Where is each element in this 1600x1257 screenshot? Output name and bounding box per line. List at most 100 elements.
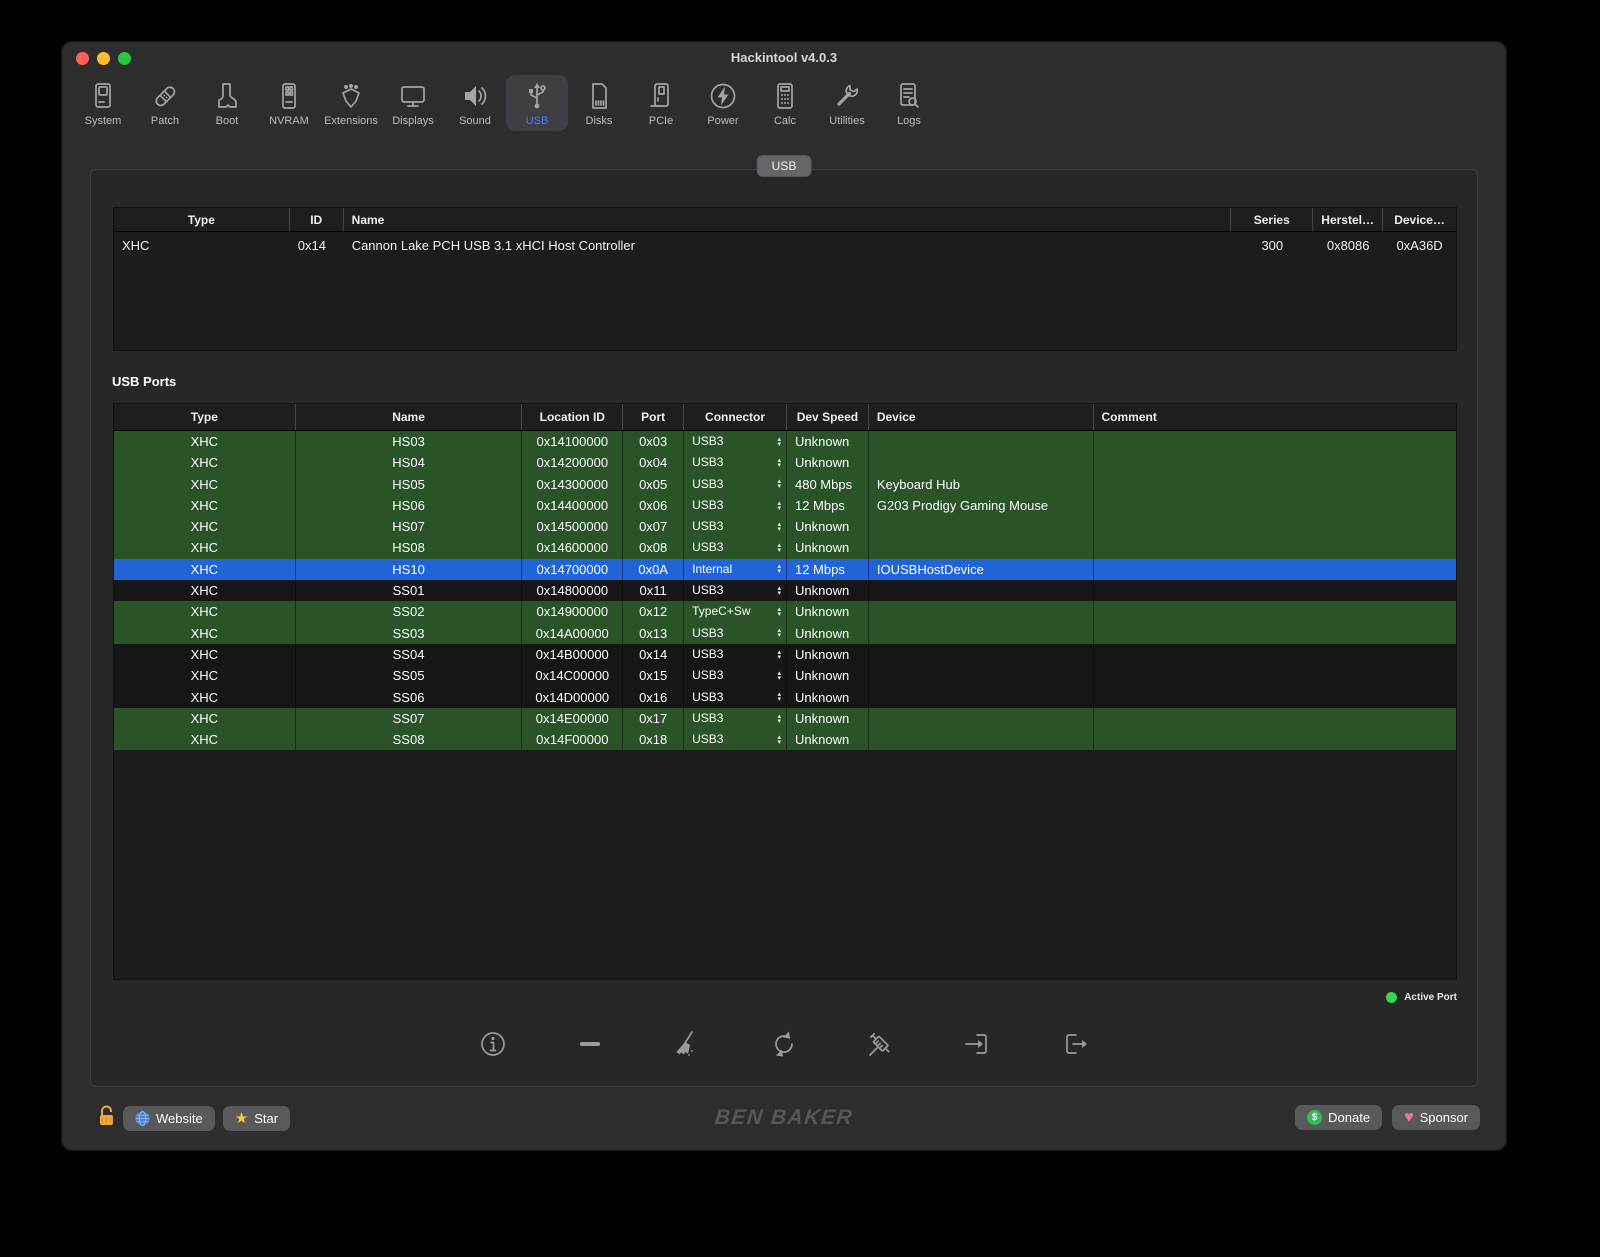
toolbar-item-displays[interactable]: Displays xyxy=(382,75,444,131)
connector-select[interactable]: USB3 ▴▾ xyxy=(684,729,787,750)
donate-button[interactable]: $ Donate xyxy=(1295,1105,1382,1130)
connector-select[interactable]: USB3 ▴▾ xyxy=(684,474,787,495)
stepper-chevrons-icon[interactable]: ▴▾ xyxy=(777,458,781,468)
refresh-button[interactable] xyxy=(768,1028,800,1060)
column-header-name[interactable]: Name xyxy=(296,404,523,430)
controller-type: XHC xyxy=(114,232,290,260)
toolbar-item-system[interactable]: System xyxy=(72,75,134,131)
usb-port-row[interactable]: XHC SS06 0x14D00000 0x16 USB3 ▴▾ Unknown xyxy=(114,687,1456,708)
connector-select[interactable]: USB3 ▴▾ xyxy=(684,537,787,558)
stepper-chevrons-icon[interactable]: ▴▾ xyxy=(777,437,781,447)
usb-port-row[interactable]: XHC SS02 0x14900000 0x12 TypeC+Sw ▴▾ Unk… xyxy=(114,601,1456,622)
toolbar-item-utilities[interactable]: Utilities xyxy=(816,75,878,131)
connector-select[interactable]: USB3 ▴▾ xyxy=(684,687,787,708)
titlebar[interactable]: Hackintool v4.0.3 xyxy=(62,42,1506,74)
stepper-chevrons-icon[interactable]: ▴▾ xyxy=(777,522,781,532)
connector-select[interactable]: USB3 ▴▾ xyxy=(684,623,787,644)
column-header-type[interactable]: Type xyxy=(114,208,290,231)
column-header-id[interactable]: ID xyxy=(290,208,344,231)
tab-usb[interactable]: USB xyxy=(757,155,812,177)
heart-icon: ♥ xyxy=(1404,1110,1414,1126)
usb-port-row[interactable]: XHC HS03 0x14100000 0x03 USB3 ▴▾ Unknown xyxy=(114,431,1456,452)
controller-row[interactable]: XHC 0x14 Cannon Lake PCH USB 3.1 xHCI Ho… xyxy=(114,232,1456,260)
connector-select[interactable]: USB3 ▴▾ xyxy=(684,644,787,665)
info-button[interactable] xyxy=(477,1028,509,1060)
connector-select[interactable]: USB3 ▴▾ xyxy=(684,708,787,729)
usb-port-row[interactable]: XHC SS05 0x14C00000 0x15 USB3 ▴▾ Unknown xyxy=(114,665,1456,686)
column-header-series[interactable]: Series xyxy=(1231,208,1313,231)
toolbar-label: Patch xyxy=(151,115,179,127)
connector-select[interactable]: USB3 ▴▾ xyxy=(684,431,787,452)
boot-icon xyxy=(212,78,242,114)
stepper-chevrons-icon[interactable]: ▴▾ xyxy=(777,650,781,660)
usb-port-row[interactable]: XHC SS04 0x14B00000 0x14 USB3 ▴▾ Unknown xyxy=(114,644,1456,665)
column-header-device[interactable]: Device xyxy=(869,404,1094,430)
usb-port-row[interactable]: XHC HS07 0x14500000 0x07 USB3 ▴▾ Unknown xyxy=(114,516,1456,537)
toolbar-item-logs[interactable]: Logs xyxy=(878,75,940,131)
usb-port-row[interactable]: XHC SS07 0x14E00000 0x17 USB3 ▴▾ Unknown xyxy=(114,708,1456,729)
stepper-chevrons-icon[interactable]: ▴▾ xyxy=(777,543,781,553)
connector-select[interactable]: USB3 ▴▾ xyxy=(684,516,787,537)
connector-select[interactable]: Internal ▴▾ xyxy=(684,559,787,580)
import-button[interactable] xyxy=(962,1028,994,1060)
stepper-chevrons-icon[interactable]: ▴▾ xyxy=(777,692,781,702)
usb-port-row[interactable]: XHC SS01 0x14800000 0x11 USB3 ▴▾ Unknown xyxy=(114,580,1456,601)
column-header-dev-speed[interactable]: Dev Speed xyxy=(787,404,869,430)
stepper-chevrons-icon[interactable]: ▴▾ xyxy=(777,735,781,745)
port-dev-speed: Unknown xyxy=(787,644,869,665)
stepper-chevrons-icon[interactable]: ▴▾ xyxy=(777,479,781,489)
connector-select[interactable]: TypeC+Sw ▴▾ xyxy=(684,601,787,622)
stepper-chevrons-icon[interactable]: ▴▾ xyxy=(777,714,781,724)
usb-port-row[interactable]: XHC HS04 0x14200000 0x04 USB3 ▴▾ Unknown xyxy=(114,452,1456,473)
remove-port-button[interactable] xyxy=(574,1028,606,1060)
usb-ports-table[interactable]: Type Name Location ID Port Connector Dev… xyxy=(113,403,1457,980)
column-header-port[interactable]: Port xyxy=(623,404,684,430)
stepper-chevrons-icon[interactable]: ▴▾ xyxy=(777,671,781,681)
stepper-chevrons-icon[interactable]: ▴▾ xyxy=(777,607,781,617)
clean-button[interactable] xyxy=(671,1028,703,1060)
toolbar-item-power[interactable]: Power xyxy=(692,75,754,131)
controller-series: 300 xyxy=(1231,232,1313,260)
port-type: XHC xyxy=(114,559,296,580)
usb-port-row[interactable]: XHC SS03 0x14A00000 0x13 USB3 ▴▾ Unknown xyxy=(114,623,1456,644)
column-header-name[interactable]: Name xyxy=(344,208,1232,231)
usb-port-row[interactable]: XHC HS10 0x14700000 0x0A Internal ▴▾ 12 … xyxy=(114,559,1456,580)
toolbar-item-disks[interactable]: Disks xyxy=(568,75,630,131)
column-header-connector[interactable]: Connector xyxy=(684,404,787,430)
inject-button[interactable] xyxy=(865,1028,897,1060)
usb-port-row[interactable]: XHC HS05 0x14300000 0x05 USB3 ▴▾ 480 Mbp… xyxy=(114,474,1456,495)
connector-value: USB3 xyxy=(692,644,723,665)
connector-select[interactable]: USB3 ▴▾ xyxy=(684,580,787,601)
column-header-type[interactable]: Type xyxy=(114,404,296,430)
column-header-device[interactable]: Device… xyxy=(1383,208,1456,231)
toolbar-item-calc[interactable]: Calc xyxy=(754,75,816,131)
toolbar-item-nvram[interactable]: NVRAM xyxy=(258,75,320,131)
usb-panel: Type ID Name Series Herstel… Device… XHC… xyxy=(90,169,1478,1087)
toolbar-item-pcie[interactable]: PCIe xyxy=(630,75,692,131)
usb-port-row[interactable]: XHC HS08 0x14600000 0x08 USB3 ▴▾ Unknown xyxy=(114,537,1456,558)
toolbar-item-usb[interactable]: USB xyxy=(506,75,568,131)
usb-port-row[interactable]: XHC HS06 0x14400000 0x06 USB3 ▴▾ 12 Mbps… xyxy=(114,495,1456,516)
column-header-herstel[interactable]: Herstel… xyxy=(1313,208,1383,231)
usb-controllers-table[interactable]: Type ID Name Series Herstel… Device… XHC… xyxy=(113,207,1457,351)
export-button[interactable] xyxy=(1059,1028,1091,1060)
column-header-comment[interactable]: Comment xyxy=(1094,404,1456,430)
toolbar-item-patch[interactable]: Patch xyxy=(134,75,196,131)
toolbar-item-boot[interactable]: Boot xyxy=(196,75,258,131)
connector-select[interactable]: USB3 ▴▾ xyxy=(684,452,787,473)
port-device xyxy=(869,516,1094,537)
toolbar-item-extensions[interactable]: Extensions xyxy=(320,75,382,131)
column-header-location-id[interactable]: Location ID xyxy=(522,404,623,430)
usb-port-row[interactable]: XHC SS08 0x14F00000 0x18 USB3 ▴▾ Unknown xyxy=(114,729,1456,750)
stepper-chevrons-icon[interactable]: ▴▾ xyxy=(777,501,781,511)
port-location-id: 0x14F00000 xyxy=(522,729,623,750)
connector-select[interactable]: USB3 ▴▾ xyxy=(684,665,787,686)
connector-select[interactable]: USB3 ▴▾ xyxy=(684,495,787,516)
toolbar-item-sound[interactable]: Sound xyxy=(444,75,506,131)
stepper-chevrons-icon[interactable]: ▴▾ xyxy=(777,586,781,596)
sound-icon xyxy=(460,78,490,114)
port-device xyxy=(869,644,1094,665)
stepper-chevrons-icon[interactable]: ▴▾ xyxy=(777,628,781,638)
stepper-chevrons-icon[interactable]: ▴▾ xyxy=(777,564,781,574)
sponsor-button[interactable]: ♥ Sponsor xyxy=(1392,1105,1480,1130)
